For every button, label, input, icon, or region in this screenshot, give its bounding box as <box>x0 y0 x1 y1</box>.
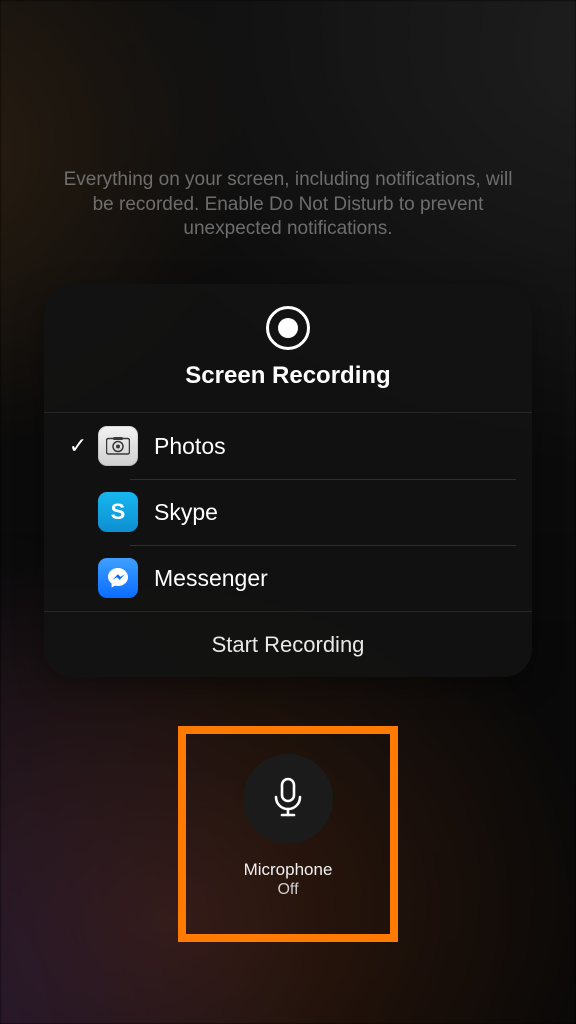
panel-title: Screen Recording <box>44 362 532 390</box>
app-row-skype[interactable]: S Skype <box>44 479 532 545</box>
app-row-messenger[interactable]: Messenger <box>44 545 532 611</box>
start-recording-label: Start Recording <box>212 632 365 658</box>
screen-recording-panel: Screen Recording ✓ Photos S Skype <box>44 284 532 677</box>
checkmark-icon: ✓ <box>60 433 96 459</box>
destination-app-list: ✓ Photos S Skype <box>44 412 532 611</box>
microphone-status: Off <box>277 881 298 899</box>
recording-hint-text: Everything on your screen, including not… <box>0 168 576 242</box>
microphone-label: Microphone <box>244 860 333 880</box>
microphone-highlight-box: Microphone Off <box>178 726 398 942</box>
record-icon <box>266 306 310 350</box>
app-row-photos[interactable]: ✓ Photos <box>44 413 532 479</box>
photos-app-icon <box>98 426 138 466</box>
microphone-icon <box>270 777 306 822</box>
microphone-toggle-button[interactable] <box>243 754 333 844</box>
panel-header: Screen Recording <box>44 284 532 412</box>
app-label: Messenger <box>154 565 268 592</box>
start-recording-button[interactable]: Start Recording <box>44 611 532 677</box>
messenger-app-icon <box>98 558 138 598</box>
skype-app-icon: S <box>98 492 138 532</box>
app-label: Skype <box>154 499 218 526</box>
app-label: Photos <box>154 433 226 460</box>
